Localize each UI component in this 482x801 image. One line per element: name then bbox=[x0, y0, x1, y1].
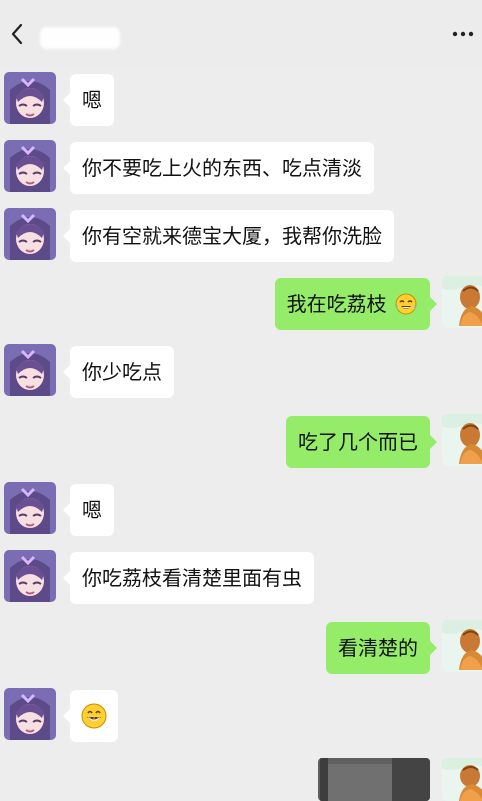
photo-thumbnail[interactable] bbox=[318, 758, 430, 801]
message-row: 嗯 bbox=[0, 482, 482, 540]
message-bubble[interactable]: 嗯 bbox=[63, 74, 114, 126]
message-row bbox=[0, 688, 482, 746]
message-row: 嗯 bbox=[0, 72, 482, 130]
message-bubble[interactable]: 你少吃点 bbox=[63, 346, 174, 398]
chat-title-mask bbox=[40, 27, 120, 49]
contact-avatar[interactable] bbox=[4, 72, 56, 124]
message-bubble[interactable]: 吃了几个而已 bbox=[286, 416, 437, 468]
message-bubble[interactable]: 嗯 bbox=[63, 484, 114, 536]
user-avatar[interactable] bbox=[442, 414, 482, 466]
message-bubble[interactable]: 你不要吃上火的东西、吃点清淡 bbox=[63, 142, 374, 194]
message-row: 你少吃点 bbox=[0, 344, 482, 402]
message-row: 看清楚的 bbox=[0, 620, 482, 678]
user-avatar[interactable] bbox=[442, 758, 482, 801]
message-bubble[interactable] bbox=[63, 690, 118, 742]
contact-avatar[interactable] bbox=[4, 208, 56, 260]
message-row: 你不要吃上火的东西、吃点清淡 bbox=[0, 140, 482, 198]
message-row: 你有空就来德宝大厦，我帮你洗脸 bbox=[0, 208, 482, 266]
user-avatar[interactable] bbox=[442, 620, 482, 672]
contact-avatar[interactable] bbox=[4, 140, 56, 192]
message-bubble[interactable]: 我在吃荔枝 bbox=[274, 278, 438, 330]
chevron-left-icon[interactable] bbox=[8, 22, 26, 46]
contact-avatar[interactable] bbox=[4, 688, 56, 740]
more-icon[interactable] bbox=[452, 30, 474, 38]
message-bubble[interactable]: 你吃荔枝看清楚里面有虫 bbox=[63, 552, 314, 604]
message-text: 我在吃荔枝 bbox=[286, 292, 387, 316]
tears-of-joy-emoji-icon bbox=[395, 293, 417, 314]
message-row: 我在吃荔枝 bbox=[0, 276, 482, 334]
message-bubble[interactable]: 看清楚的 bbox=[326, 622, 437, 674]
message-row: 吃了几个而已 bbox=[0, 414, 482, 472]
message-row: 你吃荔枝看清楚里面有虫 bbox=[0, 550, 482, 608]
top-bar bbox=[0, 0, 482, 68]
contact-avatar[interactable] bbox=[4, 344, 56, 396]
contact-avatar[interactable] bbox=[4, 550, 56, 602]
user-avatar[interactable] bbox=[442, 276, 482, 328]
grin-emoji-icon bbox=[81, 703, 107, 729]
message-bubble[interactable]: 你有空就来德宝大厦，我帮你洗脸 bbox=[63, 210, 394, 262]
contact-avatar[interactable] bbox=[4, 482, 56, 534]
